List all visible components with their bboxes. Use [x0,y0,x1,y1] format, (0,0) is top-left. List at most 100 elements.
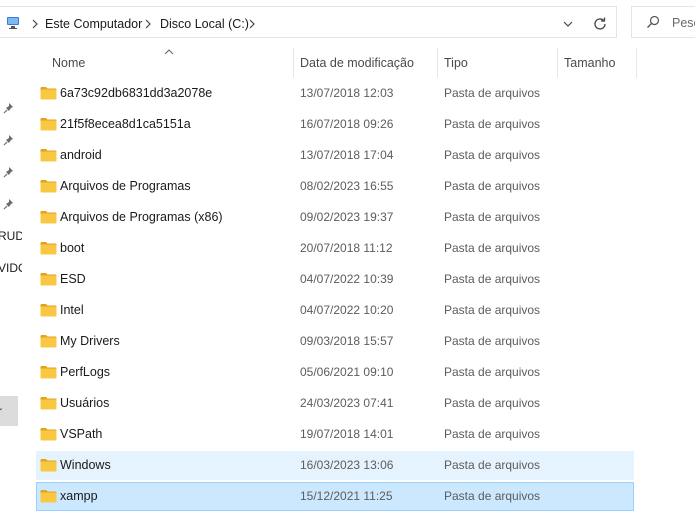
folder-icon [40,242,57,255]
folder-icon [40,366,57,379]
table-row[interactable]: boot 20/07/2018 11:12 Pasta de arquivos [36,234,634,263]
file-type: Pasta de arquivos [444,427,541,441]
folder-icon [40,335,57,348]
search-placeholder: Pesc [672,16,695,30]
file-name[interactable]: 6a73c92db6831dd3a2078e [60,79,212,108]
modified-date: 24/03/2023 07:41 [300,396,394,410]
folder-icon [40,428,57,441]
table-row[interactable]: Arquivos de Programas 08/02/2023 16:55 Pas… [36,172,634,201]
file-name[interactable]: 21f5f8ecea8d1ca5151a [60,110,191,139]
file-type: Pasta de arquivos [444,241,541,255]
table-row[interactable]: Arquivos de Programas (x86) 09/02/2023 19… [36,203,634,232]
chevron-right-icon[interactable] [143,15,153,33]
address-bar[interactable]: Este Computador Disco Local (C:) [0,6,617,38]
column-header-row: Nome Data de modificação Tipo Tamanho [36,48,637,78]
modified-date: 08/02/2023 16:55 [300,179,394,193]
pin-icon[interactable] [3,198,15,210]
table-row[interactable]: Intel 04/07/2022 10:20 Pasta de arquivos [36,296,634,325]
file-name[interactable]: Arquivos de Programas [60,172,191,201]
modified-date: 04/07/2022 10:39 [300,272,394,286]
file-name[interactable]: android [60,141,102,170]
table-row[interactable]: android 13/07/2018 17:04 Pasta de arquivos [36,141,634,170]
pin-icon[interactable] [3,134,15,146]
modified-date: 05/06/2021 09:10 [300,365,394,379]
refresh-icon[interactable] [590,14,610,34]
modified-date: 09/02/2023 19:37 [300,210,394,224]
modified-date: 13/07/2018 12:03 [300,86,394,100]
modified-date: 16/03/2023 13:06 [300,458,394,472]
folder-icon [40,87,57,100]
file-type: Pasta de arquivos [444,272,541,286]
folder-icon [40,149,57,162]
nav-item-label[interactable]: r [0,403,2,419]
folder-icon [40,180,57,193]
file-name[interactable]: PerfLogs [60,358,110,387]
modified-date: 13/07/2018 17:04 [300,148,394,162]
file-name[interactable]: boot [60,234,84,263]
file-name[interactable]: VSPath [60,420,102,449]
folder-icon [40,490,57,503]
column-divider[interactable] [557,48,558,78]
breadcrumb-item[interactable]: Este Computador [45,15,142,33]
file-type: Pasta de arquivos [444,303,541,317]
file-type: Pasta de arquivos [444,210,541,224]
file-type: Pasta de arquivos [444,148,541,162]
table-row[interactable]: My Drivers 09/03/2018 15:57 Pasta de arqui… [36,327,634,356]
file-name[interactable]: ESD [60,265,86,294]
table-row[interactable]: xampp 15/12/2021 11:25 Pasta de arquivos [36,482,634,511]
computer-icon [7,17,19,29]
column-header-size[interactable]: Tamanho [564,48,615,78]
folder-icon [40,459,57,472]
pin-icon[interactable] [3,102,15,114]
file-type: Pasta de arquivos [444,179,541,193]
column-header-type[interactable]: Tipo [444,48,468,78]
folder-icon [40,118,57,131]
navigation-pane[interactable]: RUD VIDO r [0,44,22,517]
file-type: Pasta de arquivos [444,117,541,131]
chevron-down-icon[interactable] [558,15,578,33]
table-row[interactable]: 6a73c92db6831dd3a2078e 13/07/2018 12:03 Pa… [36,79,634,108]
table-row[interactable]: Usuários 24/03/2023 07:41 Pasta de arquivo… [36,389,634,418]
table-row[interactable]: 21f5f8ecea8d1ca5151a 16/07/2018 09:26 Past… [36,110,634,139]
nav-item-label[interactable]: VIDO [0,260,22,276]
table-row[interactable]: Windows 16/03/2023 13:06 Pasta de arquivos [36,451,634,480]
column-divider[interactable] [636,48,637,78]
folder-icon [40,273,57,286]
file-type: Pasta de arquivos [444,334,541,348]
modified-date: 19/07/2018 14:01 [300,427,394,441]
table-row[interactable]: ESD 04/07/2022 10:39 Pasta de arquivos [36,265,634,294]
file-name[interactable]: Arquivos de Programas (x86) [60,203,223,232]
modified-date: 09/03/2018 15:57 [300,334,394,348]
modified-date: 16/07/2018 09:26 [300,117,394,131]
folder-icon [40,397,57,410]
table-row[interactable]: VSPath 19/07/2018 14:01 Pasta de arquivos [36,420,634,449]
file-name[interactable]: Windows [60,451,111,480]
file-name[interactable]: Usuários [60,389,109,418]
file-type: Pasta de arquivos [444,86,541,100]
address-row: Este Computador Disco Local (C:) Pesc [0,0,695,44]
search-icon [647,15,660,28]
column-header-name[interactable]: Nome [52,48,85,78]
file-name[interactable]: xampp [60,482,98,511]
nav-item-label[interactable]: RUD [0,228,22,244]
nav-item-selected[interactable] [0,396,18,426]
file-name[interactable]: My Drivers [60,327,120,356]
sort-ascending-icon [164,49,174,55]
file-name[interactable]: Intel [60,296,84,325]
chevron-right-icon[interactable] [247,15,257,33]
file-type: Pasta de arquivos [444,458,541,472]
breadcrumb-item[interactable]: Disco Local (C:) [160,15,249,33]
column-header-date[interactable]: Data de modificação [300,48,414,78]
file-type: Pasta de arquivos [444,489,541,503]
modified-date: 15/12/2021 11:25 [300,489,393,503]
modified-date: 04/07/2022 10:20 [300,303,394,317]
file-type: Pasta de arquivos [444,396,541,410]
column-divider[interactable] [293,48,294,78]
column-divider[interactable] [437,48,438,78]
file-type: Pasta de arquivos [444,365,541,379]
pin-icon[interactable] [3,166,15,178]
chevron-right-icon[interactable] [30,15,40,33]
table-row[interactable]: PerfLogs 05/06/2021 09:10 Pasta de arquivo… [36,358,634,387]
search-input[interactable]: Pesc [631,6,695,38]
folder-icon [40,304,57,317]
